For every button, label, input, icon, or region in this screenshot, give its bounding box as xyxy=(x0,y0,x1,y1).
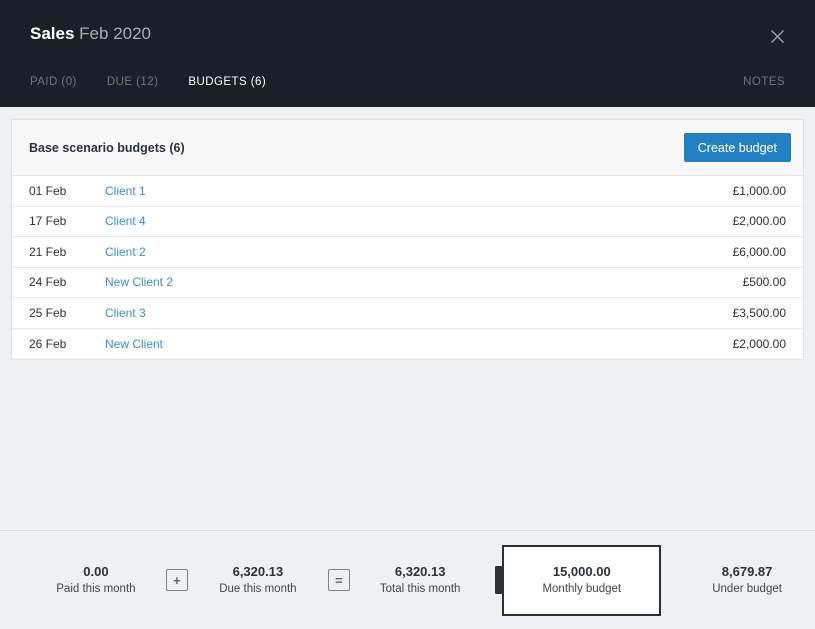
stat-value: 6,320.13 xyxy=(380,563,461,581)
table-row[interactable]: 21 Feb Client 2 £6,000.00 xyxy=(12,237,803,268)
stat-value: 0.00 xyxy=(56,563,136,581)
row-client-link[interactable]: New Client 2 xyxy=(105,275,743,289)
modal-body: Base scenario budgets (6) Create budget … xyxy=(0,107,815,530)
monthly-budget-value: 15,000.00 xyxy=(542,563,621,581)
row-amount: £2,000.00 xyxy=(733,214,786,228)
row-client-link[interactable]: Client 3 xyxy=(105,306,733,320)
sales-budgets-modal: Sales Feb 2020 PAID (0) DUE (12) BUDGETS… xyxy=(0,0,815,629)
card-title: Base scenario budgets (6) xyxy=(29,141,185,155)
table-row[interactable]: 24 Feb New Client 2 £500.00 xyxy=(12,268,803,299)
row-date: 01 Feb xyxy=(29,184,105,198)
tab-budgets[interactable]: BUDGETS (6) xyxy=(188,76,266,88)
table-row[interactable]: 17 Feb Client 4 £2,000.00 xyxy=(12,207,803,238)
stat-due-this-month: 6,320.13 Due this month xyxy=(212,563,304,598)
stat-label: Paid this month xyxy=(56,581,136,598)
equals-icon: = xyxy=(328,569,350,591)
stat-label: Due this month xyxy=(218,581,298,598)
table-row[interactable]: 26 Feb New Client £2,000.00 xyxy=(12,329,803,360)
stat-total-this-month: 6,320.13 Total this month xyxy=(374,563,467,598)
row-client-link[interactable]: Client 4 xyxy=(105,214,733,228)
row-amount: £3,500.00 xyxy=(733,306,786,320)
row-date: 21 Feb xyxy=(29,245,105,259)
row-amount: £2,000.00 xyxy=(733,337,786,351)
tab-paid[interactable]: PAID (0) xyxy=(30,76,77,88)
summary-footer: 0.00 Paid this month + 6,320.13 Due this… xyxy=(0,530,815,629)
stat-value: 6,320.13 xyxy=(218,563,298,581)
monthly-budget-label: Monthly budget xyxy=(542,581,621,598)
summary-bar: 0.00 Paid this month + 6,320.13 Due this… xyxy=(0,531,815,629)
page-title-period: Feb 2020 xyxy=(79,24,151,43)
tab-due[interactable]: DUE (12) xyxy=(107,76,159,88)
page-title-main: Sales xyxy=(30,24,74,43)
row-client-link[interactable]: Client 1 xyxy=(105,184,733,198)
table-row[interactable]: 01 Feb Client 1 £1,000.00 xyxy=(12,176,803,207)
table-row[interactable]: 25 Feb Client 3 £3,500.00 xyxy=(12,298,803,329)
stat-label: Total this month xyxy=(380,581,461,598)
stat-under-budget: 8,679.87 Under budget xyxy=(701,563,793,598)
card-header: Base scenario budgets (6) Create budget xyxy=(12,120,803,176)
row-client-link[interactable]: New Client xyxy=(105,337,733,351)
budgets-table: 01 Feb Client 1 £1,000.00 17 Feb Client … xyxy=(12,176,803,359)
stat-paid-this-month: 0.00 Paid this month xyxy=(50,563,142,598)
row-date: 25 Feb xyxy=(29,306,105,320)
row-client-link[interactable]: Client 2 xyxy=(105,245,733,259)
page-title: Sales Feb 2020 xyxy=(30,23,151,45)
stat-label: Under budget xyxy=(707,581,787,598)
row-date: 24 Feb xyxy=(29,275,105,289)
stat-value: 8,679.87 xyxy=(707,563,787,581)
row-amount: £1,000.00 xyxy=(733,184,786,198)
close-icon[interactable] xyxy=(765,24,789,48)
row-amount: £6,000.00 xyxy=(733,245,786,259)
plus-icon: + xyxy=(166,569,188,591)
tab-bar: PAID (0) DUE (12) BUDGETS (6) NOTES xyxy=(30,70,785,94)
budgets-card: Base scenario budgets (6) Create budget … xyxy=(11,119,804,360)
row-date: 17 Feb xyxy=(29,214,105,228)
budget-operator-notch xyxy=(495,566,502,594)
create-budget-button[interactable]: Create budget xyxy=(684,133,791,162)
tab-notes[interactable]: NOTES xyxy=(743,76,785,88)
modal-header: Sales Feb 2020 PAID (0) DUE (12) BUDGETS… xyxy=(0,0,815,107)
monthly-budget-input[interactable]: 15,000.00 Monthly budget xyxy=(502,545,661,616)
row-date: 26 Feb xyxy=(29,337,105,351)
row-amount: £500.00 xyxy=(743,275,786,289)
